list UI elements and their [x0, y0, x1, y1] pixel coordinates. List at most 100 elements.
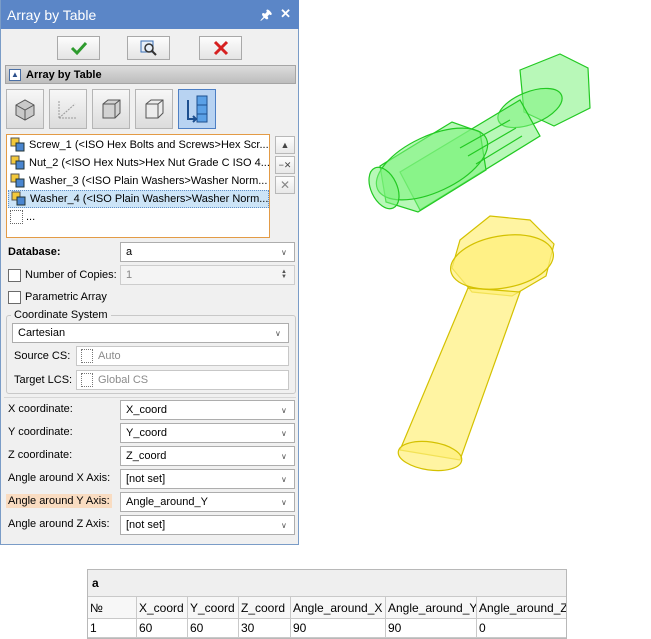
- yellow-bolt[interactable]: [396, 215, 557, 474]
- parametric-label: Parametric Array: [25, 291, 107, 303]
- y-coordinate-label: Y coordinate:: [8, 426, 73, 438]
- green-bolt-assembly[interactable]: [363, 53, 591, 215]
- x-coordinate-label: X coordinate:: [8, 403, 73, 415]
- list-item[interactable]: Nut_2 (<ISO Hex Nuts>Hex Nut Grade C ISO…: [8, 154, 269, 172]
- copies-label: Number of Copies:: [25, 269, 117, 281]
- z-coordinate-label: Z coordinate:: [8, 449, 73, 461]
- cancel-button[interactable]: [199, 36, 242, 60]
- chevron-down-icon: ∨: [281, 475, 287, 484]
- y-coordinate-select[interactable]: Y_coord ∨: [120, 423, 295, 443]
- array-by-table-panel: Array by Table 🖈 ✕ ▲ Array by Table Scre…: [0, 0, 299, 545]
- move-up-button[interactable]: ▲: [275, 136, 295, 154]
- pin-icon[interactable]: 🖈: [260, 6, 272, 28]
- list-item-selected[interactable]: Washer_4 (<ISO Plain Washers>Washer Norm…: [8, 190, 269, 208]
- chevron-down-icon: ∨: [281, 498, 287, 507]
- angle-x-select[interactable]: [not set] ∨: [120, 469, 295, 489]
- cs-type-select[interactable]: Cartesian ∨: [12, 323, 289, 343]
- mode-button-4[interactable]: [135, 89, 173, 129]
- chevron-down-icon: ∨: [281, 429, 287, 438]
- angle-z-label: Angle around Z Axis:: [8, 518, 110, 530]
- clear-list-button[interactable]: ✕: [275, 176, 295, 194]
- target-lcs-field[interactable]: Global CS: [76, 370, 289, 390]
- coordinate-table: a № X_coord Y_coord Z_coord Angle_around…: [87, 569, 567, 639]
- chevron-down-icon: ∨: [281, 406, 287, 415]
- 3d-viewport[interactable]: [340, 40, 650, 500]
- preview-button[interactable]: [127, 36, 170, 60]
- z-coordinate-select[interactable]: Z_coord ∨: [120, 446, 295, 466]
- table-cell[interactable]: 60: [188, 619, 239, 638]
- remove-icon: −✕: [278, 159, 292, 170]
- close-icon: ✕: [279, 178, 291, 192]
- table-cell[interactable]: 60: [137, 619, 188, 638]
- target-lcs-label: Target LCS:: [14, 374, 73, 386]
- chevron-down-icon: ∨: [275, 329, 281, 338]
- source-cs-field[interactable]: Auto: [76, 346, 289, 366]
- spinner-icon: ▲ ▼: [281, 269, 287, 280]
- table-header-cell: №: [88, 597, 137, 619]
- component-icon: [11, 191, 26, 206]
- box-outline-icon: [145, 99, 164, 119]
- table-cell[interactable]: 0: [477, 619, 566, 638]
- table-array-icon: [187, 95, 208, 123]
- copies-stepper[interactable]: 1 ▲ ▼: [120, 265, 295, 285]
- remove-item-button[interactable]: −✕: [275, 156, 295, 174]
- panel-titlebar: Array by Table 🖈 ✕: [1, 0, 299, 29]
- yellow-bolt-shank: [399, 287, 521, 461]
- parametric-checkbox[interactable]: [8, 291, 21, 304]
- list-item[interactable]: Washer_3 (<ISO Plain Washers>Washer Norm…: [8, 172, 269, 190]
- angle-y-label: Angle around Y Axis:: [6, 494, 112, 508]
- cube-icon: [15, 99, 35, 121]
- preview-icon: [140, 40, 157, 56]
- database-select[interactable]: a ∨: [120, 242, 295, 262]
- empty-slot-icon: [10, 210, 23, 224]
- coordinate-system-label: Coordinate System: [11, 309, 111, 321]
- table-header-cell: Y_coord: [188, 597, 239, 619]
- chevron-down-icon: ∨: [281, 521, 287, 530]
- chevron-up-icon: ▲: [280, 140, 290, 150]
- table-header-row: № X_coord Y_coord Z_coord Angle_around_X…: [88, 597, 566, 619]
- mode-button-3[interactable]: [92, 89, 130, 129]
- mode-button-table[interactable]: [178, 89, 216, 129]
- table-cell[interactable]: 30: [239, 619, 291, 638]
- database-label: Database:: [8, 246, 61, 258]
- close-panel-icon[interactable]: ✕: [280, 6, 291, 28]
- close-icon: [213, 40, 228, 56]
- table-cell[interactable]: 90: [291, 619, 386, 638]
- table-header-cell: Z_coord: [239, 597, 291, 619]
- section-header[interactable]: ▲ Array by Table: [5, 65, 296, 84]
- axis-path-icon: [58, 101, 77, 119]
- angle-z-select[interactable]: [not set] ∨: [120, 515, 295, 535]
- check-icon: [70, 41, 87, 56]
- mode-button-1[interactable]: [6, 89, 44, 129]
- table-header-cell: X_coord: [137, 597, 188, 619]
- chevron-down-icon: ∨: [281, 452, 287, 461]
- box-icon: [102, 99, 121, 119]
- object-list[interactable]: Screw_1 (<ISO Hex Bolts and Screws>Hex S…: [6, 134, 270, 238]
- table-header-cell: Angle_around_Y: [386, 597, 477, 619]
- angle-y-select[interactable]: Angle_around_Y ∨: [120, 492, 295, 512]
- table-cell[interactable]: 1: [88, 619, 137, 638]
- chevron-down-icon: ∨: [281, 248, 287, 257]
- copies-checkbox[interactable]: [8, 269, 21, 282]
- mode-button-2[interactable]: [49, 89, 87, 129]
- selection-box-icon: [81, 349, 93, 363]
- collapse-icon[interactable]: ▲: [9, 68, 21, 81]
- list-item-empty[interactable]: ...: [8, 208, 269, 226]
- table-cell[interactable]: 90: [386, 619, 477, 638]
- table-header-cell: Angle_around_Z: [477, 597, 566, 619]
- source-cs-label: Source CS:: [14, 350, 71, 362]
- ok-button[interactable]: [57, 36, 100, 60]
- x-coordinate-select[interactable]: X_coord ∨: [120, 400, 295, 420]
- table-row[interactable]: 1 60 60 30 90 90 0: [88, 619, 566, 638]
- selection-box-icon: [81, 373, 93, 387]
- list-item[interactable]: Screw_1 (<ISO Hex Bolts and Screws>Hex S…: [8, 136, 269, 154]
- section-title: Array by Table: [26, 68, 102, 81]
- divider: [4, 397, 296, 398]
- angle-x-label: Angle around X Axis:: [8, 472, 111, 484]
- component-icon: [10, 137, 25, 152]
- component-icon: [10, 155, 25, 170]
- panel-title: Array by Table: [7, 6, 97, 23]
- component-icon: [10, 173, 25, 188]
- table-title: a: [88, 570, 566, 597]
- table-header-cell: Angle_around_X: [291, 597, 386, 619]
